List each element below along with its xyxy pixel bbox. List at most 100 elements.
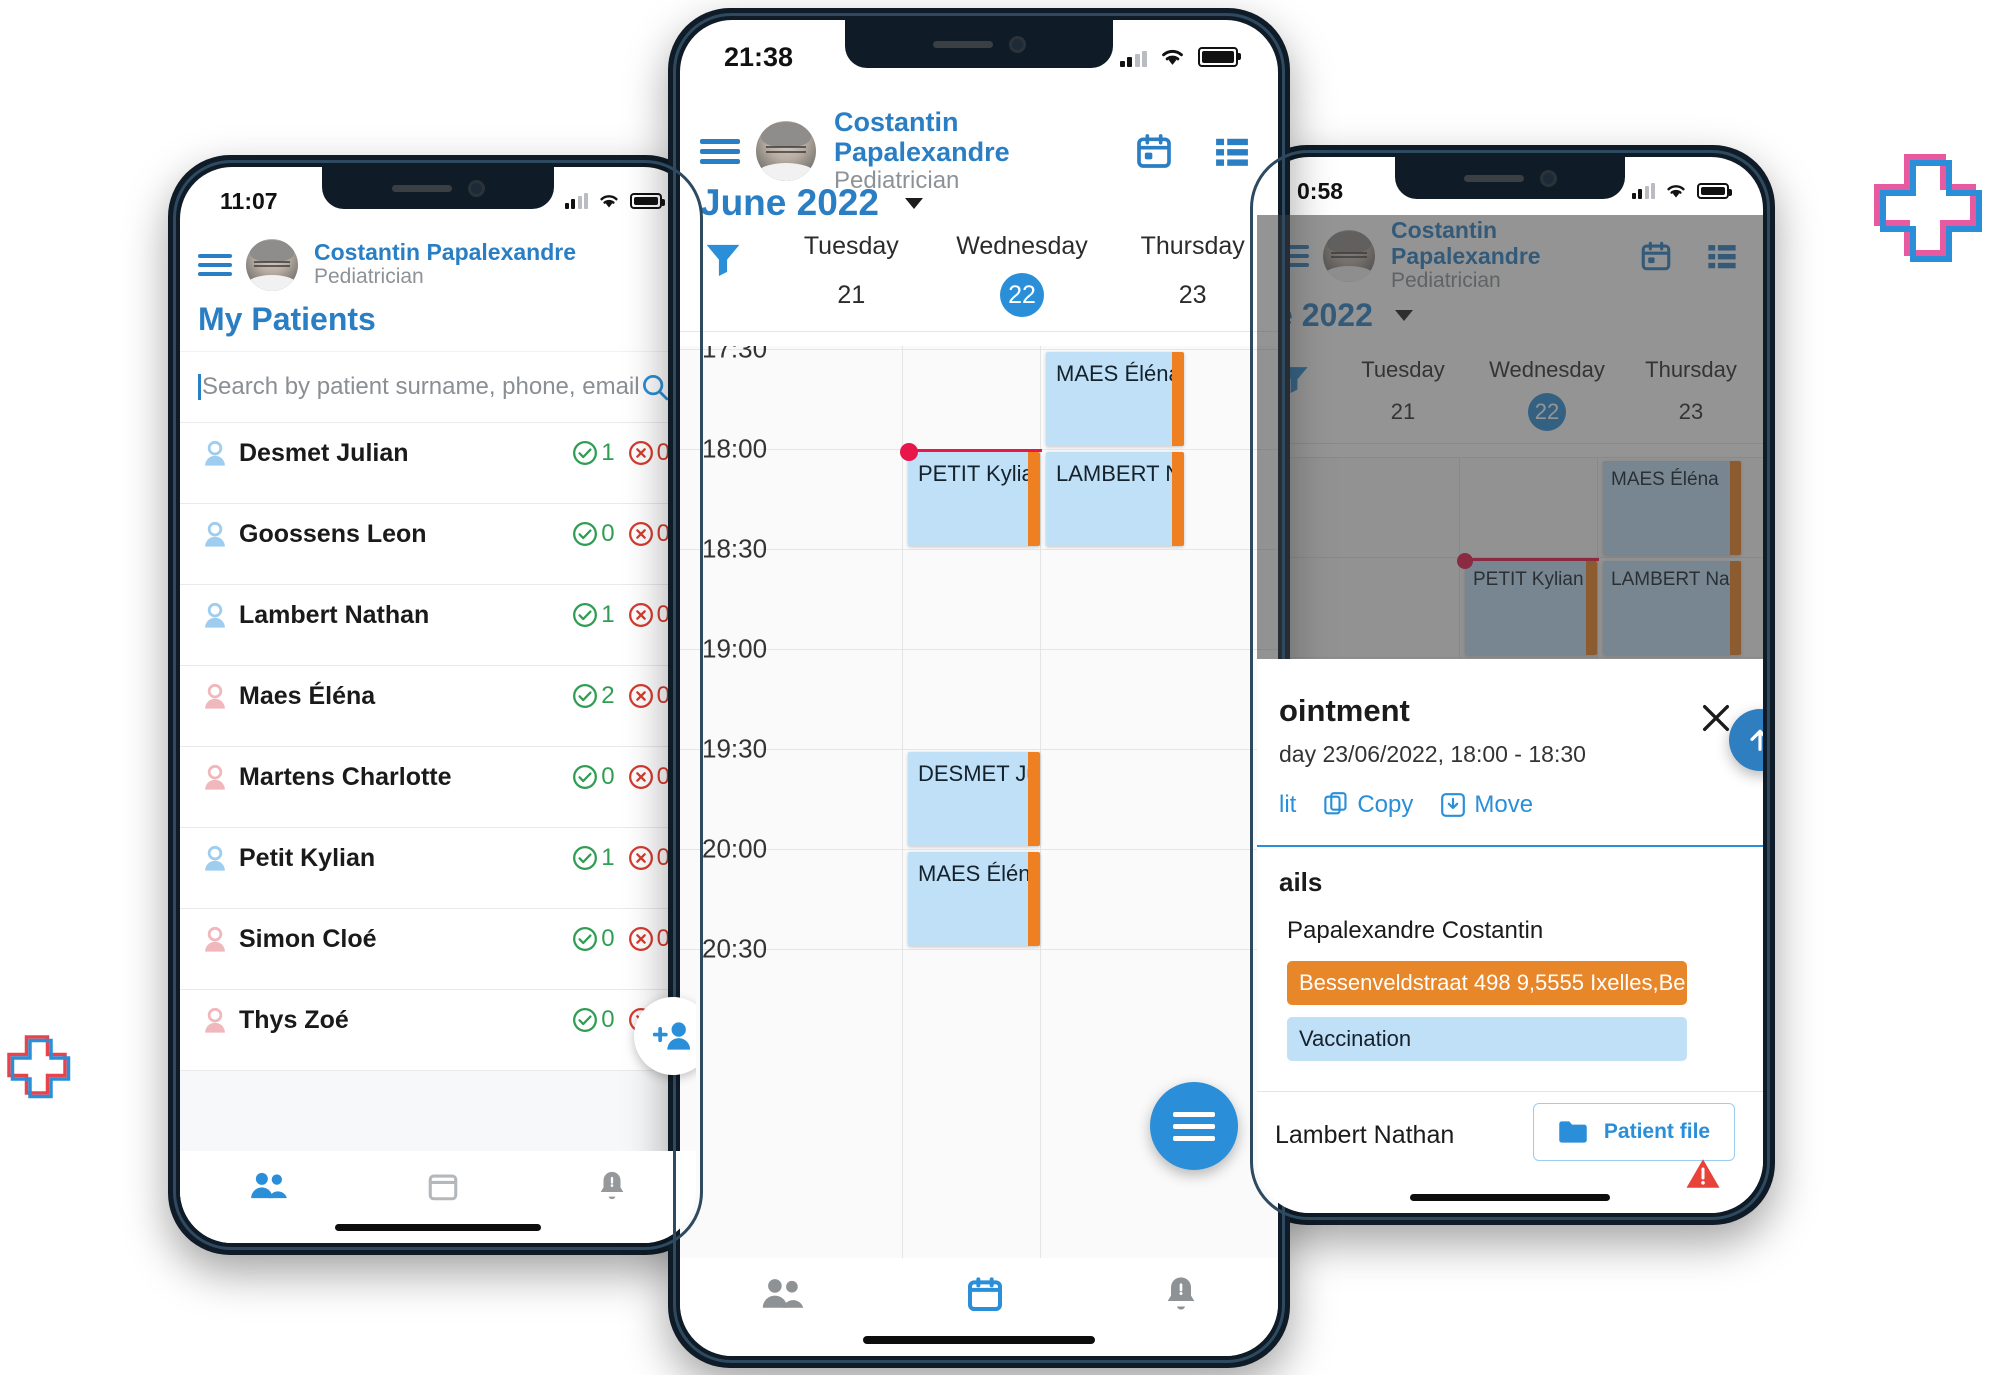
reason-tag[interactable]: Vaccination [1287, 1017, 1687, 1061]
appointments-done-icon [573, 603, 598, 627]
doctor-name: Costantin Papalexandre [314, 238, 577, 265]
calendar-view-icon[interactable] [1134, 131, 1174, 171]
appointments-done-icon [573, 441, 598, 465]
appointments-missed-icon [628, 603, 653, 627]
time-label: 17:30 [702, 346, 768, 364]
nav-patients[interactable] [760, 1277, 806, 1311]
patient-female-icon [205, 926, 225, 952]
patient-name: Maes Éléna [239, 682, 376, 710]
list-item[interactable]: Simon Cloé 0 0 [180, 909, 696, 990]
close-icon[interactable] [1699, 701, 1733, 740]
list-item[interactable]: Lambert Nathan 1 0 [180, 585, 696, 666]
status-time: 11:07 [220, 187, 278, 214]
address-tag[interactable]: Bessenveldstraat 498 9,5555 Ixelles,Belg… [1287, 961, 1687, 1005]
status-time: 0:58 [1297, 177, 1344, 204]
appointments-done-icon [573, 846, 598, 870]
decorative-cross-small-icon [2, 1030, 72, 1100]
decorative-cross-icon [1865, 145, 1985, 265]
patient-male-icon [205, 845, 225, 871]
copy-label: Copy [1357, 791, 1414, 818]
appointments-missed-icon [628, 927, 653, 951]
right-screen: 0:58 Costantin Papalexandre Pediatrician [1257, 157, 1763, 1213]
patient-list[interactable]: Desmet Julian 1 0 Goossens Leon 0 0 Lamb… [180, 423, 696, 1243]
list-view-icon[interactable] [1212, 134, 1252, 169]
nav-calendar[interactable] [426, 1169, 460, 1203]
menu-icon[interactable] [700, 138, 740, 164]
appointments-missed-icon [628, 522, 653, 546]
status-bar: 11:07 [180, 167, 696, 225]
appointment-label: PETIT Kylian [918, 461, 1040, 486]
move-button[interactable]: Move [1441, 791, 1533, 819]
sheet-subtitle: day 23/06/2022, 18:00 - 18:30 [1279, 741, 1586, 767]
appointment-block[interactable]: MAES Éléna [1046, 352, 1184, 446]
chevron-down-icon [904, 197, 923, 209]
edit-button[interactable]: lit [1279, 791, 1296, 819]
page-title: My Patients [198, 301, 376, 337]
center-screen: 21:38 Costantin Papalexandre Pediatricia… [680, 20, 1278, 1356]
sheet-title: ointment [1279, 693, 1410, 728]
list-item[interactable]: Petit Kylian 1 0 [180, 828, 696, 909]
edit-label: lit [1279, 791, 1297, 818]
done-count: 1 [601, 601, 615, 628]
divider [1257, 1091, 1763, 1092]
time-label: 18:00 [702, 433, 768, 464]
list-item[interactable]: Maes Éléna 2 0 [180, 666, 696, 747]
done-count: 0 [601, 763, 615, 790]
appointments-done-icon [573, 927, 598, 951]
list-item[interactable]: Martens Charlotte 0 0 [180, 747, 696, 828]
warning-icon[interactable] [1685, 1157, 1721, 1195]
copy-button[interactable]: Copy [1324, 791, 1413, 819]
appointment-block[interactable]: MAES Éléna [908, 852, 1040, 946]
day-column-header[interactable]: Tuesday 21 [766, 232, 937, 317]
search-input[interactable]: Search by patient surname, phone, email [180, 351, 696, 423]
app-header: Costantin Papalexandre Pediatrician [180, 229, 696, 301]
menu-icon[interactable] [198, 254, 232, 276]
wifi-icon [1162, 49, 1183, 65]
done-count: 0 [601, 1006, 615, 1033]
nav-notifications[interactable] [597, 1169, 627, 1203]
list-item[interactable]: Goossens Leon 0 0 [180, 504, 696, 585]
time-label: 20:30 [702, 933, 768, 964]
patient-female-icon [205, 1007, 225, 1033]
battery-icon [1697, 183, 1732, 199]
appointment-block[interactable]: PETIT Kylian [908, 452, 1040, 546]
appointment-block[interactable]: LAMBERT Nathan [1046, 452, 1184, 546]
doctor-name: Costantin Papalexandre [834, 106, 1010, 167]
month-selector[interactable]: June 2022 [700, 182, 923, 224]
patient-name: Goossens Leon [239, 520, 427, 548]
patient-file-button[interactable]: Patient file [1533, 1103, 1735, 1161]
avatar[interactable] [246, 239, 298, 291]
battery-icon [630, 193, 665, 209]
filter-icon[interactable] [703, 240, 743, 276]
phone-left: 11:07 Costantin Papalexandre Pediatricia… [168, 155, 708, 1255]
nav-notifications[interactable] [1164, 1274, 1198, 1314]
nav-calendar[interactable] [965, 1274, 1005, 1314]
appointment-label: MAES Éléna [918, 861, 1040, 886]
phone-right: 0:58 Costantin Papalexandre Pediatrician [1245, 145, 1775, 1225]
days-row: Tuesday 21 Wednesday 22 Thursday 23 [680, 222, 1278, 332]
list-item[interactable]: Desmet Julian 1 0 [180, 423, 696, 504]
wifi-icon [600, 195, 618, 208]
signal-icon [1631, 183, 1655, 199]
list-item[interactable]: Thys Zoé 0 0 [180, 990, 696, 1071]
signal-icon [1119, 48, 1147, 67]
status-bar: 21:38 [680, 20, 1278, 82]
section-rule [1257, 845, 1763, 847]
search-placeholder: Search by patient surname, phone, email [198, 373, 640, 401]
appointment-block[interactable]: DESMET Julian [908, 752, 1040, 846]
appointments-done-icon [573, 684, 598, 708]
patient-male-icon [205, 521, 225, 547]
avatar[interactable] [756, 121, 816, 181]
search-icon[interactable] [640, 372, 670, 402]
day-column-header[interactable]: Thursday 23 [1107, 232, 1278, 317]
day-column-header[interactable]: Wednesday 22 [937, 232, 1108, 317]
signal-icon [564, 193, 588, 209]
patient-name: Lambert Nathan [1275, 1121, 1455, 1149]
appointments-missed-icon [628, 441, 653, 465]
phone-center: 21:38 Costantin Papalexandre Pediatricia… [668, 8, 1290, 1368]
doctor-line: Papalexandre Costantin [1287, 917, 1544, 944]
appointments-done-icon [573, 765, 598, 789]
nav-patients[interactable] [249, 1171, 289, 1201]
calendar-menu-fab[interactable] [1150, 1082, 1238, 1170]
details-section-title: ails [1279, 867, 1323, 897]
